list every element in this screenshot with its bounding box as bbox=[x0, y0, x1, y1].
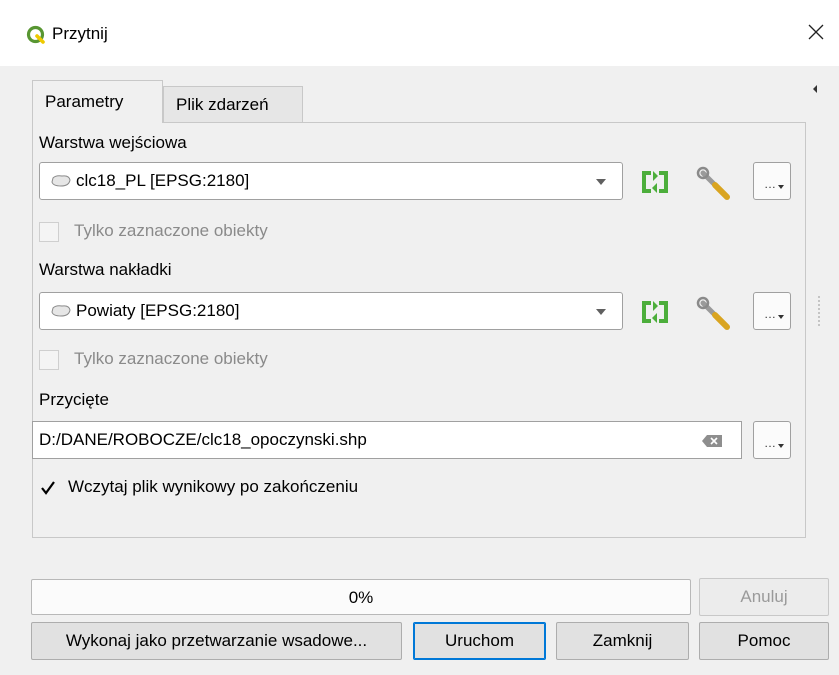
load-result-label: Wczytaj plik wynikowy po zakończeniu bbox=[68, 477, 359, 496]
clear-icon[interactable] bbox=[701, 434, 723, 448]
splitter-handle[interactable] bbox=[818, 296, 820, 326]
ellipsis-dropdown-icon: … bbox=[764, 436, 776, 450]
input-layer-combo[interactable]: clc18_PL [EPSG:2180] bbox=[39, 162, 623, 200]
iterate-icon[interactable] bbox=[635, 162, 675, 202]
chevron-down-icon bbox=[596, 179, 606, 185]
collapse-panel-icon[interactable] bbox=[810, 82, 820, 96]
output-path-field[interactable]: D:/DANE/ROBOCZE/clc18_opoczynski.shp bbox=[32, 421, 742, 459]
run-button[interactable]: Uruchom bbox=[413, 622, 546, 660]
close-button[interactable]: Zamknij bbox=[556, 622, 689, 660]
dialog-window: Przytnij Parametry Plik zdarzeń Warstwa … bbox=[0, 0, 839, 675]
title-bar: Przytnij bbox=[0, 0, 839, 66]
overlay-layer-combo[interactable]: Powiaty [EPSG:2180] bbox=[39, 292, 623, 330]
input-layer-value: clc18_PL [EPSG:2180] bbox=[76, 171, 250, 190]
overlay-selected-only-label: Tylko zaznaczone obiekty bbox=[74, 349, 268, 368]
output-label: Przycięte bbox=[39, 390, 109, 409]
help-button[interactable]: Pomoc bbox=[699, 622, 829, 660]
chevron-down-icon bbox=[596, 309, 606, 315]
output-browse-button[interactable]: … bbox=[753, 421, 791, 459]
close-icon[interactable] bbox=[801, 16, 831, 48]
load-result-checkbox[interactable] bbox=[38, 478, 58, 498]
progress-text: 0% bbox=[348, 588, 374, 607]
overlay-layer-browse-button[interactable]: … bbox=[753, 292, 791, 330]
polygon-layer-icon bbox=[51, 305, 71, 317]
overlay-layer-value: Powiaty [EPSG:2180] bbox=[76, 301, 240, 320]
input-layer-label: Warstwa wejściowa bbox=[39, 133, 187, 152]
overlay-selected-only-checkbox[interactable] bbox=[39, 350, 59, 370]
polygon-layer-icon bbox=[51, 175, 71, 187]
input-selected-only-label: Tylko zaznaczone obiekty bbox=[74, 221, 268, 240]
checkmark-icon bbox=[41, 481, 55, 495]
cancel-button[interactable]: Anuluj bbox=[699, 578, 829, 616]
batch-process-button[interactable]: Wykonaj jako przetwarzanie wsadowe... bbox=[31, 622, 402, 660]
input-layer-browse-button[interactable]: … bbox=[753, 162, 791, 200]
input-selected-only-checkbox[interactable] bbox=[39, 222, 59, 242]
tab-log[interactable]: Plik zdarzeń bbox=[163, 86, 303, 123]
qgis-logo-icon bbox=[26, 25, 45, 44]
progress-bar: 0% bbox=[31, 579, 691, 615]
wrench-icon[interactable] bbox=[694, 292, 734, 332]
tab-parameters[interactable]: Parametry bbox=[32, 80, 163, 123]
output-path-value: D:/DANE/ROBOCZE/clc18_opoczynski.shp bbox=[39, 430, 367, 449]
ellipsis-dropdown-icon: … bbox=[764, 177, 776, 191]
wrench-icon[interactable] bbox=[694, 162, 734, 202]
ellipsis-dropdown-icon: … bbox=[764, 307, 776, 321]
window-title: Przytnij bbox=[52, 24, 108, 43]
iterate-icon[interactable] bbox=[635, 292, 675, 332]
overlay-layer-label: Warstwa nakładki bbox=[39, 260, 172, 279]
